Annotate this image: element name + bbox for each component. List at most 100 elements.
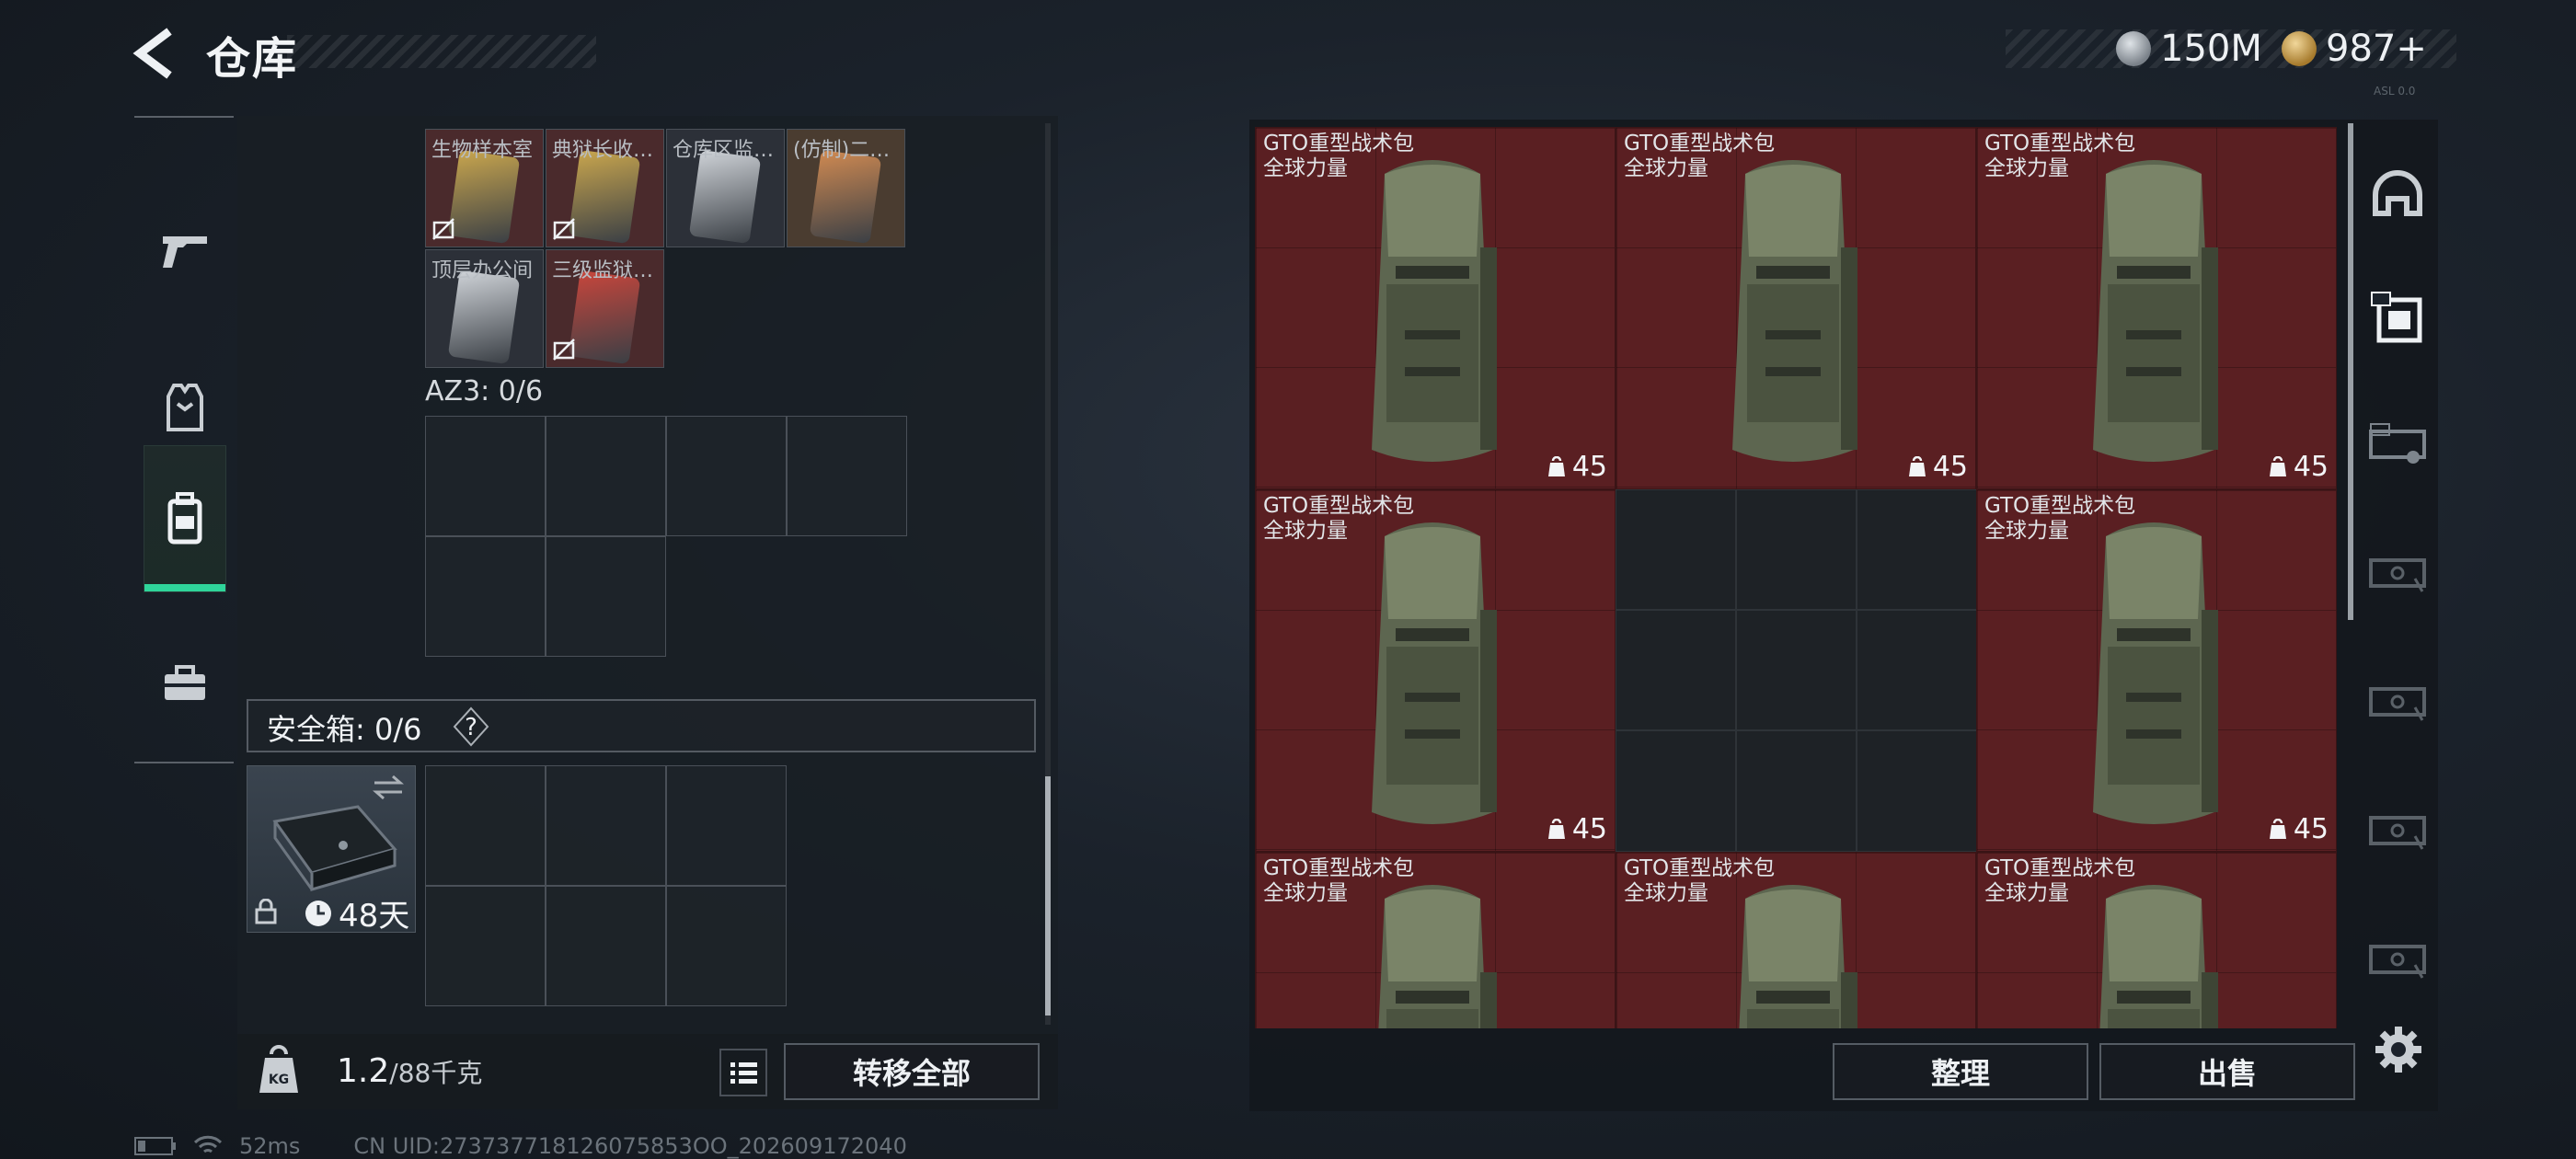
capacity-icon [1547, 818, 1565, 839]
back-button[interactable] [129, 24, 188, 83]
stash-slot[interactable] [1736, 730, 1857, 852]
keycard-item[interactable]: 仓库区监… [666, 129, 785, 247]
settings-button[interactable] [2372, 1023, 2425, 1076]
item-name-block: GTO重型战术包 全球力量 [1984, 494, 2135, 544]
stash-slot[interactable] [1616, 610, 1736, 730]
tab-helmet[interactable] [2361, 156, 2434, 230]
uid-text: CN UID:273737718126075853OO_202609172040 [353, 1133, 907, 1159]
az3-slot[interactable] [425, 536, 546, 657]
stash-backpack-item[interactable]: GTO重型战术包 全球力量 45 [1976, 489, 2337, 852]
stash-slot[interactable] [1616, 489, 1736, 610]
az3-slot[interactable] [787, 416, 907, 536]
safebox-slot[interactable] [666, 765, 787, 886]
keycard-label: (仿制)二… [793, 139, 891, 162]
currency-gold[interactable]: 987+ [2282, 28, 2427, 70]
item-subtitle: 全球力量 [1984, 519, 2069, 543]
az3-slot[interactable] [666, 416, 787, 536]
list-view-button[interactable] [719, 1049, 767, 1096]
stash-backpack-item[interactable]: GTO重型战术包 全球力量 45 [1255, 489, 1616, 852]
safebox-case-icon [272, 805, 397, 891]
page-title: 仓库 [206, 33, 299, 85]
safebox-slot[interactable] [546, 886, 666, 1006]
case-locked-icon [2369, 687, 2426, 721]
stash-slot[interactable] [1857, 730, 1977, 852]
toolbox-icon [165, 665, 205, 700]
safebox-help-button[interactable]: ? [451, 706, 491, 747]
keycard-item[interactable]: 典狱长收… [546, 129, 664, 247]
stash-backpack-item[interactable]: GTO重型战术包 全球力量 [1616, 852, 1976, 1028]
item-name: GTO重型战术包 [1624, 856, 1776, 880]
nav-item-backpack[interactable] [144, 445, 226, 592]
item-name-block: GTO重型战术包 全球力量 [1263, 856, 1414, 906]
keycard-icon [447, 149, 521, 245]
left-category-nav [134, 116, 234, 763]
stash-grid: GTO重型战术包 全球力量 45 GTO重型战术包 全球力量 45 GTO重型战术包 全球力量… [1255, 127, 2337, 1028]
keycard-icon [568, 270, 641, 365]
item-count: 45 [2268, 451, 2329, 483]
safebox-days-text: 48天 [339, 898, 410, 935]
stash-backpack-item[interactable]: GTO重型战术包 全球力量 45 [1616, 127, 1976, 489]
keycard-label: 生物样本室 [431, 139, 534, 162]
container-scrollbar-thumb[interactable] [1045, 776, 1051, 1016]
case-locked-icon [2369, 816, 2426, 850]
list-icon [730, 1062, 757, 1084]
stash-scrollbar[interactable] [2348, 123, 2353, 620]
currency-silver-value: 150M [2160, 28, 2262, 70]
capacity-icon [2269, 455, 2286, 476]
tab-gti-case-2[interactable] [2361, 408, 2434, 482]
backpack-image-icon [1732, 160, 1857, 462]
backpack-icon [167, 492, 202, 545]
keycard-item[interactable]: 顶层办公间 [425, 249, 544, 368]
safebox-duration: 48天 [304, 890, 409, 935]
az3-slot[interactable] [546, 536, 666, 657]
stash-backpack-item[interactable]: GTO重型战术包 全球力量 [1976, 852, 2337, 1028]
tab-case-locked[interactable] [2361, 537, 2434, 611]
case-gti-icon [2371, 292, 2422, 343]
weight-icon: KG [256, 1045, 302, 1096]
stash-slot[interactable] [1736, 489, 1857, 610]
stash-slot[interactable] [1857, 610, 1977, 730]
no-insure-icon [553, 339, 575, 361]
stash-slot[interactable] [1616, 730, 1736, 852]
transfer-all-button[interactable]: 转移全部 [784, 1043, 1040, 1100]
nav-item-weapons[interactable] [144, 182, 226, 320]
keycard-item[interactable]: (仿制)二… [787, 129, 905, 247]
item-count: 45 [1907, 451, 1968, 483]
keycard-item[interactable]: 三级监狱… [546, 249, 664, 368]
stash-slot[interactable] [1857, 489, 1977, 610]
item-count-value: 45 [2293, 451, 2329, 483]
silver-coin-icon [2116, 31, 2151, 66]
safebox-slot[interactable] [666, 886, 787, 1006]
case-locked-icon [2369, 945, 2426, 979]
item-name: GTO重型战术包 [1984, 856, 2136, 880]
tab-case-locked[interactable] [2361, 666, 2434, 740]
keycard-item[interactable]: 生物样本室 [425, 129, 544, 247]
safebox-slot[interactable] [546, 765, 666, 886]
backpack-image-icon [2093, 522, 2218, 824]
item-name-block: GTO重型战术包 全球力量 [1984, 132, 2135, 181]
keycard-icon [809, 149, 882, 245]
item-name-block: GTO重型战术包 全球力量 [1624, 856, 1775, 906]
tab-case-locked[interactable] [2361, 924, 2434, 997]
tab-case-locked[interactable] [2361, 795, 2434, 868]
sort-button[interactable]: 整理 [1833, 1043, 2088, 1100]
nav-item-tools[interactable] [144, 614, 226, 752]
backpack-image-icon [1372, 522, 1497, 824]
az3-slot[interactable] [546, 416, 666, 536]
stash-backpack-item[interactable]: GTO重型战术包 全球力量 45 [1976, 127, 2337, 489]
stash-slot[interactable] [1736, 610, 1857, 730]
keycard-label: 顶层办公间 [431, 259, 534, 282]
tab-gti-case[interactable] [2361, 281, 2434, 355]
safebox-slot[interactable] [425, 886, 546, 1006]
item-name-block: GTO重型战术包 全球力量 [1263, 494, 1414, 544]
build-tag: ASL 0.0 [2374, 85, 2416, 98]
stash-backpack-item[interactable]: GTO重型战术包 全球力量 [1255, 852, 1616, 1028]
sell-button[interactable]: 出售 [2099, 1043, 2355, 1100]
safebox-slot[interactable] [425, 765, 546, 886]
az3-slot[interactable] [425, 416, 546, 536]
keycard-icon [568, 149, 641, 245]
currency-silver[interactable]: 150M [2116, 28, 2262, 70]
item-count: 45 [1547, 451, 1607, 483]
armor-vest-icon [167, 384, 203, 431]
stash-backpack-item[interactable]: GTO重型战术包 全球力量 45 [1255, 127, 1616, 489]
